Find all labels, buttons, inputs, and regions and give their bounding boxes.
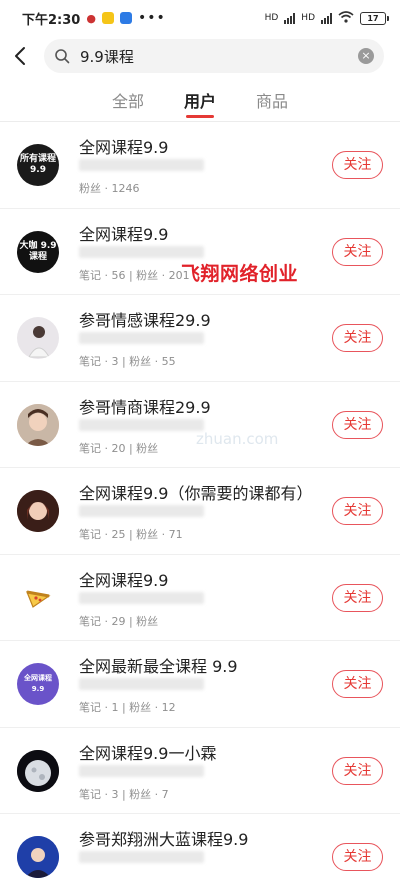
back-button[interactable] [0, 38, 40, 74]
hd-label-1: HD [264, 13, 279, 23]
follow-button[interactable]: 关注 [332, 756, 383, 785]
avatar-text: 所有课程 9.9 [19, 154, 56, 175]
follow-button[interactable]: 关注 [332, 843, 383, 871]
watermark-text: 飞翔网络创业 [181, 263, 299, 285]
blurred-id [79, 332, 204, 344]
follow-button[interactable]: 关注 [332, 670, 383, 698]
back-arrow-icon [15, 47, 25, 65]
blurred-id [79, 159, 204, 171]
avatar [17, 490, 59, 532]
status-left: 下午2:30 ● ••• [22, 9, 166, 28]
avatar [17, 403, 59, 446]
follow-button[interactable]: 关注 [332, 497, 383, 525]
moon-icon [17, 749, 59, 792]
blurred-id [79, 245, 204, 258]
follow-button[interactable]: 关注 [332, 410, 383, 439]
search-icon [54, 47, 72, 65]
user-stats: 笔记 · 3 | 粉丝 · 7 [79, 787, 169, 801]
profile-photo [17, 490, 59, 532]
signal-icon-2 [321, 12, 332, 24]
battery-level: 17 [367, 13, 379, 23]
user-name: 全网课程9.9 [79, 224, 169, 244]
avatar-text: 全网课程 9.9 [24, 674, 52, 693]
profile-photo [28, 326, 50, 358]
list-item[interactable]: 全网课程9.9 笔记 · 29 | 粉丝 关注 [0, 555, 400, 641]
blurred-id [79, 678, 204, 690]
avatar: 全网课程 9.9 [17, 663, 59, 705]
search-header: 9.9课程 × [0, 38, 400, 74]
follow-button[interactable]: 关注 [332, 583, 383, 612]
follow-button[interactable]: 关注 [332, 324, 383, 352]
tab-users[interactable]: 用户 [164, 80, 236, 120]
user-stats: 笔记 · 25 | 粉丝 · 71 [79, 528, 183, 541]
avatar [17, 749, 59, 792]
battery-icon: 17 [360, 11, 389, 25]
avatar [17, 317, 59, 359]
list-item[interactable]: 全网课程 9.9 全网最新最全课程 9.9 笔记 · 1 | 粉丝 · 12 关… [0, 641, 400, 728]
user-stats: 笔记 · 56 | 粉丝 · 201 [79, 268, 190, 282]
tab-all[interactable]: 全部 [92, 80, 164, 120]
wifi-icon [338, 10, 354, 26]
user-result-list: 所有课程 9.9 全网课程9.9 粉丝 · 1246 关注 大咖 9.9课程 全… [0, 122, 400, 888]
user-stats: 笔记 · 3 | 粉丝 · 55 [79, 355, 176, 368]
user-stats: 笔记 · 29 | 粉丝 [79, 614, 159, 628]
user-stats: 笔记 · 20 | 粉丝 [79, 441, 159, 455]
search-query: 9.9课程 [80, 47, 134, 66]
follow-button[interactable]: 关注 [332, 237, 383, 266]
blurred-id [79, 505, 204, 517]
user-name: 参哥情商课程29.9 [79, 397, 211, 417]
list-item[interactable]: 全网课程9.9一小霖 笔记 · 3 | 粉丝 · 7 关注 [0, 728, 400, 814]
tab-products[interactable]: 商品 [236, 80, 308, 120]
avatar: 大咖 9.9课程 [17, 230, 59, 273]
status-bar: 下午2:30 ● ••• HD HD 17 [0, 0, 400, 36]
user-name: 全网课程9.9一小霖 [79, 743, 217, 763]
status-right: HD HD 17 [264, 10, 389, 26]
search-input[interactable]: 9.9课程 × [44, 39, 384, 73]
hd-label-2: HD [301, 13, 315, 23]
user-stats: 笔记 · 1 | 粉丝 · 12 [79, 701, 176, 714]
faint-watermark: zhuan.com [196, 430, 279, 448]
user-name: 全网课程9.9 [79, 138, 169, 157]
list-item[interactable]: 所有课程 9.9 全网课程9.9 粉丝 · 1246 关注 [0, 122, 400, 209]
more-dots-icon: ••• [137, 10, 166, 26]
status-time: 下午2:30 [22, 12, 81, 28]
list-item[interactable]: 参哥情感课程29.9 笔记 · 3 | 粉丝 · 55 关注 [0, 295, 400, 382]
avatar: 所有课程 9.9 [17, 144, 59, 186]
user-name: 参哥郑翔洲大蓝课程9.9 [79, 830, 249, 849]
signal-icon [284, 12, 296, 24]
user-name: 全网最新最全课程 9.9 [79, 657, 238, 676]
list-item[interactable]: 参哥郑翔洲大蓝课程9.9 关注 [0, 814, 400, 888]
blurred-id [79, 591, 204, 604]
user-name: 全网课程9.9 [79, 570, 169, 590]
blurred-id [79, 851, 204, 863]
user-stats: 粉丝 · 1246 [79, 182, 140, 195]
user-name: 全网课程9.9（你需要的课都有） [79, 484, 313, 503]
user-name: 参哥情感课程29.9 [79, 311, 211, 330]
clear-search-icon[interactable]: × [358, 48, 374, 64]
list-item[interactable]: 全网课程9.9（你需要的课都有） 笔记 · 25 | 粉丝 · 71 关注 [0, 468, 400, 555]
browser-notification-icon [119, 12, 132, 24]
blurred-id [79, 418, 204, 431]
follow-button[interactable]: 关注 [332, 151, 383, 179]
profile-photo [17, 836, 59, 878]
list-item[interactable]: 参哥情商课程29.9 笔记 · 20 | 粉丝 关注 [0, 382, 400, 468]
blurred-id [79, 764, 204, 777]
avatar [17, 836, 59, 878]
pizza-icon [26, 590, 51, 608]
notification-icon: ● [86, 11, 96, 25]
app-notification-icon [101, 12, 114, 24]
avatar [17, 576, 59, 619]
avatar-text: 大咖 9.9课程 [19, 240, 57, 262]
result-tabs: 全部 用户 商品 [0, 80, 400, 120]
profile-photo [17, 403, 59, 446]
